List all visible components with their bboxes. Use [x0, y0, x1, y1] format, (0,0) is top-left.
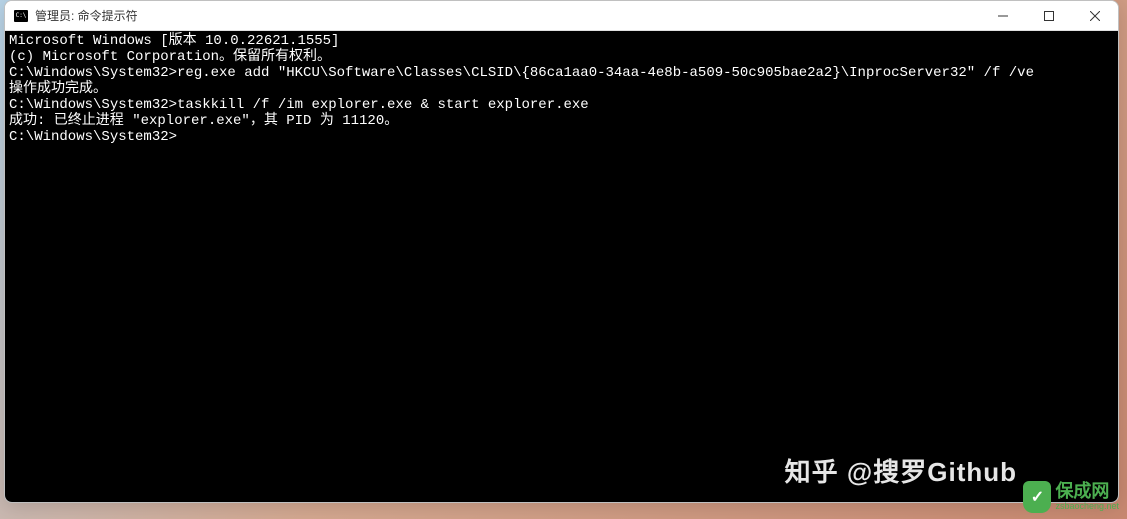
baocheng-watermark: 保成网 zsbaocheng.net [1023, 481, 1119, 513]
terminal-line: C:\Windows\System32> [9, 129, 1114, 145]
minimize-button[interactable] [980, 1, 1026, 30]
baocheng-text: 保成网 zsbaocheng.net [1055, 482, 1119, 512]
terminal-line: C:\Windows\System32>taskkill /f /im expl… [9, 97, 1114, 113]
zhihu-watermark: 知乎 @搜罗Github [785, 452, 1017, 489]
terminal-line: (c) Microsoft Corporation。保留所有权利。 [9, 49, 1114, 65]
window-title: 管理员: 命令提示符 [35, 7, 980, 24]
close-button[interactable] [1072, 1, 1118, 30]
maximize-button[interactable] [1026, 1, 1072, 30]
baocheng-main-text: 保成网 [1055, 482, 1119, 502]
terminal-content[interactable]: Microsoft Windows [版本 10.0.22621.1555](c… [5, 31, 1118, 502]
command-prompt-window: 管理员: 命令提示符 Microsoft Windows [版本 10.0.22… [4, 0, 1119, 503]
terminal-line: C:\Windows\System32>reg.exe add "HKCU\So… [9, 65, 1114, 81]
terminal-line: Microsoft Windows [版本 10.0.22621.1555] [9, 33, 1114, 49]
shield-icon [1023, 481, 1051, 513]
cmd-icon [13, 8, 29, 24]
window-controls [980, 1, 1118, 30]
terminal-line: 操作成功完成。 [9, 81, 1114, 97]
titlebar[interactable]: 管理员: 命令提示符 [5, 1, 1118, 31]
baocheng-sub-text: zsbaocheng.net [1055, 502, 1119, 512]
terminal-line: 成功: 已终止进程 "explorer.exe"，其 PID 为 11120。 [9, 113, 1114, 129]
